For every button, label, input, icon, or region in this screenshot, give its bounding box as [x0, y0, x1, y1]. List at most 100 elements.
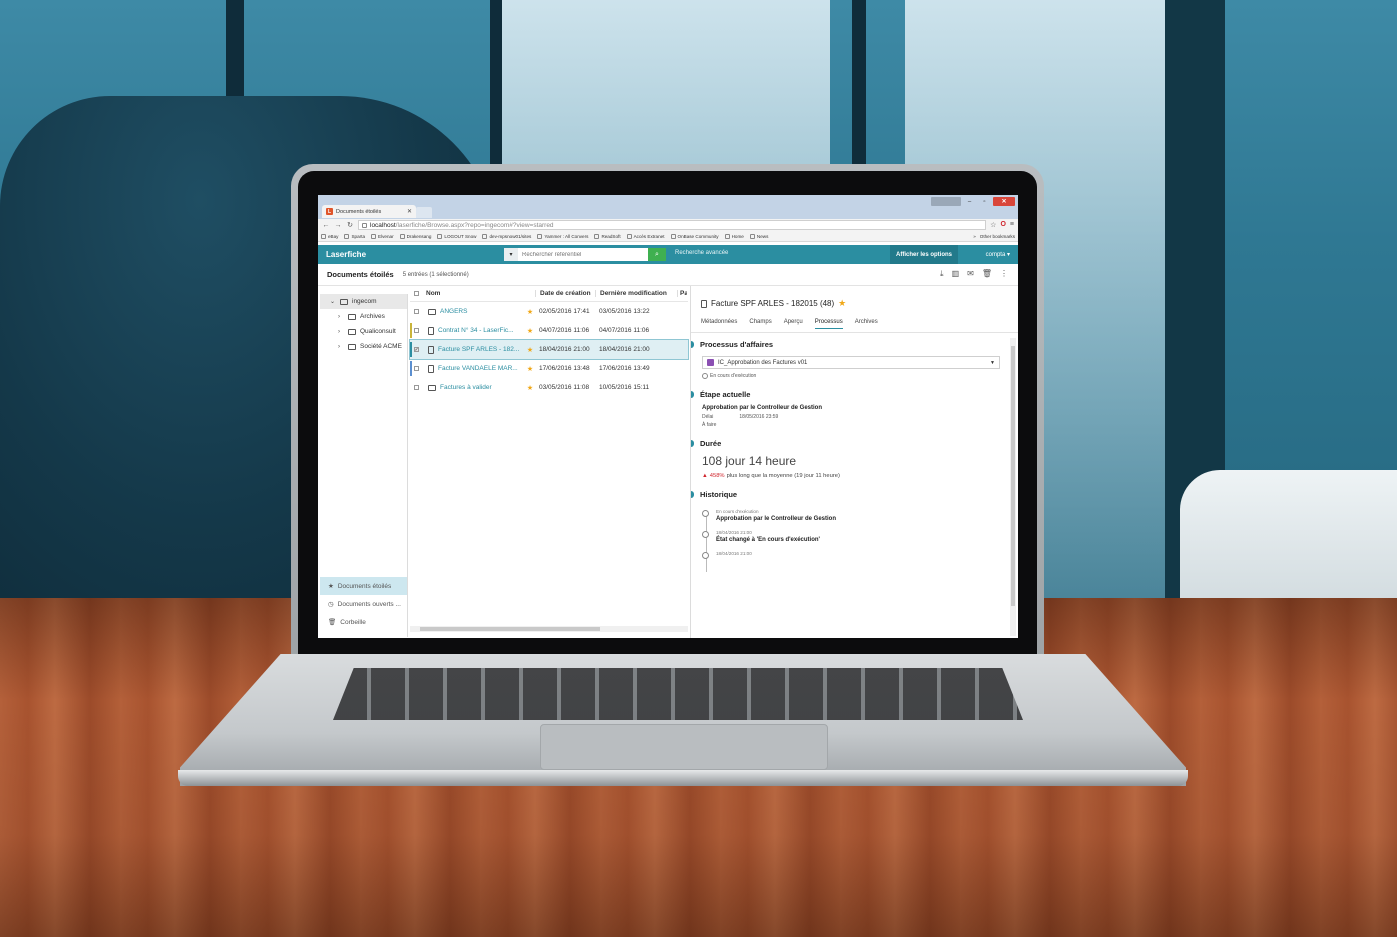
table-row[interactable]: Factures à valider ★ 03/05/2016 11:08 10/05…	[410, 378, 688, 397]
view-icon[interactable]: ▥	[952, 269, 960, 279]
chevron-down-icon[interactable]: ⌄	[330, 298, 336, 305]
tree-item-folder[interactable]: › Qualiconsult	[320, 324, 407, 339]
bookmark-item[interactable]: ReadSoft	[594, 233, 621, 239]
row-name[interactable]: ANGERS	[422, 308, 523, 315]
chevron-down-icon[interactable]: ▾	[504, 248, 518, 261]
bookmark-item[interactable]: Elvenar	[371, 233, 394, 239]
table-row[interactable]: ANGERS ★ 02/05/2016 17:41 03/05/2016 13:22	[410, 302, 688, 321]
search-input[interactable]	[518, 248, 648, 261]
bookmark-item[interactable]: News	[749, 233, 768, 239]
tree-item-root[interactable]: ⌄ ingecom	[320, 294, 407, 309]
bookmark-item[interactable]: Yammer : All Convers	[537, 233, 588, 239]
content-toolbar: Documents étoilés 5 entrées (1 sélection…	[318, 264, 1018, 286]
bookmark-item[interactable]: LOGOUT Snow	[437, 233, 476, 239]
bookmark-label: dev-mpsnow01/sites	[489, 233, 532, 239]
row-name[interactable]: Facture SPF ARLES - 182...	[422, 345, 523, 354]
bookmark-icon	[749, 233, 755, 239]
tab-champs[interactable]: Champs	[749, 319, 771, 329]
bookmark-item[interactable]: Sparta	[344, 233, 365, 239]
browser-tab[interactable]: L Documents étoilés ✕	[322, 205, 416, 218]
star-icon[interactable]: ★	[523, 365, 537, 373]
chevron-right-icon[interactable]: ›	[338, 329, 344, 335]
col-name-header[interactable]: Nom	[422, 290, 535, 297]
bookmark-item[interactable]: dev-mpsnow01/sites	[482, 233, 532, 239]
user-menu[interactable]: compta ▾	[986, 251, 1010, 258]
row-name[interactable]: Factures à valider	[422, 384, 523, 391]
select-all-checkbox[interactable]	[410, 291, 422, 296]
more-icon[interactable]: ⋮	[1000, 269, 1008, 279]
col-modified-header[interactable]: Dernière modification	[595, 290, 677, 297]
col-extra-header[interactable]: Pa	[677, 290, 687, 297]
bookmark-item[interactable]: Home	[724, 233, 744, 239]
window-close-icon[interactable]: ✕	[993, 197, 1015, 206]
chevron-right-icon[interactable]: ›	[338, 344, 344, 350]
shortcut-starred[interactable]: ★ Documents étoilés	[320, 577, 407, 595]
bookmark-star-icon[interactable]: ☆	[990, 221, 996, 229]
document-icon	[428, 364, 434, 373]
forward-arrow-icon[interactable]: →	[334, 222, 342, 229]
shortcut-opened[interactable]: ◷ Documents ouverts ...	[320, 595, 407, 613]
bookmark-item[interactable]: Drakensang	[399, 233, 431, 239]
star-icon[interactable]: ★	[523, 308, 537, 316]
delete-icon[interactable]: 🗑	[982, 269, 992, 279]
delay-value: 18/05/2016 23:59	[739, 414, 779, 420]
tab-processus[interactable]: Processus	[814, 319, 843, 329]
star-icon[interactable]: ★	[523, 346, 537, 354]
tab-métadonnées[interactable]: Métadonnées	[701, 319, 737, 329]
horizontal-scrollbar[interactable]	[410, 626, 688, 632]
page-icon	[362, 222, 367, 228]
process-name: IC_Approbation des Factures v01	[718, 359, 808, 366]
row-name[interactable]: Contrat N° 34 - LaserFic...	[422, 326, 523, 335]
profile-chip[interactable]	[931, 197, 961, 206]
process-select[interactable]: IC_Approbation des Factures v01 ▼	[702, 356, 1000, 369]
row-name[interactable]: Facture VANDAELE MAR...	[422, 364, 523, 373]
document-icon	[428, 345, 434, 354]
tab-aperçu[interactable]: Aperçu	[784, 319, 803, 329]
opera-icon[interactable]: O	[1000, 221, 1005, 229]
maximize-icon[interactable]: ▫	[978, 197, 991, 206]
shortcut-trash[interactable]: 🗑 Corbeille	[320, 613, 407, 631]
bookmarks-bar: eBay Sparta Elvenar Drakensang LOGOUT Snow de…	[318, 231, 1018, 242]
process-state-text: En cours d'exécution	[710, 373, 757, 379]
bookmark-label: Elvenar	[378, 233, 394, 239]
row-name-text: ANGERS	[440, 308, 468, 315]
address-bar[interactable]: localhost/laserfiche/Browse.aspx?repo=in…	[358, 220, 987, 230]
back-arrow-icon[interactable]: ←	[322, 222, 330, 229]
section-marker	[691, 390, 694, 398]
advanced-search-link[interactable]: Recherche avancée	[675, 250, 728, 256]
section-marker	[691, 439, 694, 447]
vertical-scrollbar[interactable]	[1010, 338, 1016, 636]
bookmark-item[interactable]: OnBase Community	[670, 233, 719, 239]
row-checkbox[interactable]	[410, 385, 422, 390]
bookmark-item[interactable]: eBay	[321, 233, 338, 239]
bookmark-item[interactable]: Accès Extranet	[626, 233, 665, 239]
app-logo[interactable]: Laserfiche	[326, 250, 366, 259]
show-options-button[interactable]: Afficher les options	[889, 245, 958, 264]
col-created-header[interactable]: Date de création	[535, 290, 595, 297]
email-icon[interactable]: ✉	[967, 269, 974, 279]
bookmark-icon	[321, 233, 326, 239]
row-checkbox[interactable]	[410, 309, 422, 314]
star-icon[interactable]: ★	[838, 298, 846, 309]
chevron-right-icon[interactable]: ›	[338, 314, 344, 320]
tree-item-folder[interactable]: › Archives	[320, 309, 407, 324]
tab-archives[interactable]: Archives	[855, 319, 878, 329]
table-row[interactable]: Contrat N° 34 - LaserFic... ★ 04/07/2016 1…	[410, 321, 688, 340]
menu-icon[interactable]: ≡	[1010, 221, 1014, 229]
reload-icon[interactable]: ↻	[346, 221, 354, 229]
table-row[interactable]: Facture VANDAELE MAR... ★ 17/06/2016 13:48…	[410, 359, 688, 378]
star-icon: ★	[328, 583, 334, 590]
download-icon[interactable]: ⤓	[940, 269, 944, 279]
user-name: compta	[985, 252, 1006, 258]
tree-item-folder[interactable]: › Société ACME	[320, 339, 407, 354]
close-icon[interactable]: ✕	[407, 208, 412, 215]
tab-title: Documents étoilés	[336, 208, 382, 215]
minimize-icon[interactable]: –	[963, 197, 976, 206]
duration-percent: 458%	[709, 473, 725, 479]
star-icon[interactable]: ★	[523, 384, 537, 392]
other-bookmarks[interactable]: » Other bookmarks	[973, 234, 1015, 239]
table-row[interactable]: ✓ Facture SPF ARLES - 182... ★ 18/04/2016 2…	[409, 339, 689, 360]
new-tab-button[interactable]	[416, 207, 432, 218]
star-icon[interactable]: ★	[523, 327, 537, 335]
search-icon[interactable]: ⌕	[648, 248, 666, 261]
